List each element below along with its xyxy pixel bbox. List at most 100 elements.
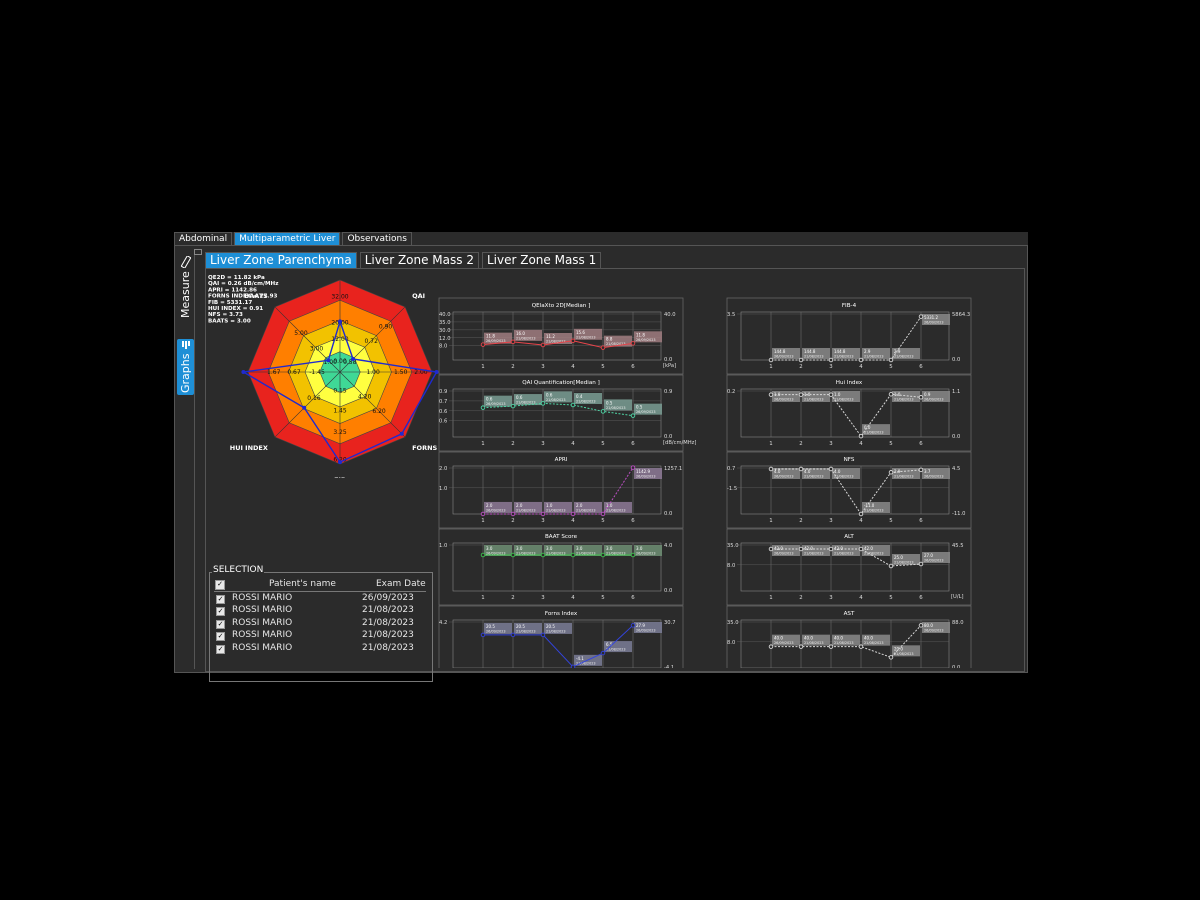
chart-title: Forns Index — [545, 611, 578, 617]
date-label: 21/08/2023 — [576, 661, 596, 665]
data-point — [570, 552, 576, 558]
value-label: 40.0 — [864, 636, 873, 641]
date-label: 26/09/2023 — [636, 475, 656, 479]
y-tick-label-right: 0.0 — [952, 357, 960, 363]
data-point — [510, 632, 516, 638]
value-label: 4.0 — [804, 469, 811, 474]
y-tick-label-left: -1.5 — [727, 486, 737, 492]
date-label: 26/09/2023 — [636, 410, 656, 414]
value-label: 1.0 — [834, 392, 841, 397]
data-point — [570, 338, 576, 344]
chart-frame — [726, 297, 972, 375]
data-point — [630, 623, 636, 628]
value-label: 27.9 — [636, 623, 645, 628]
value-label: 4.0 — [834, 469, 841, 474]
value-label: 3.0 — [576, 546, 583, 551]
value-label: 15.6 — [576, 330, 585, 335]
x-tick-label: 1 — [481, 441, 484, 447]
data-point — [798, 392, 804, 397]
date-label: 21/08/2023 — [516, 629, 536, 633]
date-label: 21/08/2023 — [864, 641, 884, 645]
value-label: 40.0 — [834, 636, 843, 641]
value-label: 144.8 — [804, 349, 816, 354]
chart-title: ALT — [844, 534, 854, 540]
data-point — [510, 552, 516, 558]
data-point — [918, 623, 924, 628]
data-point — [600, 552, 606, 558]
value-label: 144.8 — [834, 349, 846, 354]
value-label: 0.9 — [924, 392, 931, 397]
tab-liver-zone-parenchyma[interactable]: Liver Zone Parenchyma — [205, 252, 357, 269]
data-point — [540, 552, 546, 558]
date-label: 21/08/2023 — [606, 508, 626, 512]
date-label: 21/08/2023 — [576, 400, 596, 404]
date-label: 26/09/2023 — [486, 508, 506, 512]
bar-chart-icon — [179, 340, 192, 351]
x-tick-label: 5 — [601, 364, 604, 370]
x-tick-label: 1 — [769, 595, 772, 601]
x-tick-label: 4 — [859, 595, 863, 601]
x-tick-label: 5 — [601, 441, 604, 447]
y-tick-label-left: 0.7 — [727, 466, 735, 472]
date-label: 21/08/2023 — [864, 509, 884, 513]
x-tick-label: 2 — [511, 364, 514, 370]
data-point — [918, 467, 924, 473]
x-tick-label: 2 — [511, 595, 514, 601]
tab-graphs[interactable]: Graphs — [177, 339, 194, 395]
tab-multiparametric-liver[interactable]: Multiparametric Liver — [234, 232, 341, 246]
data-point — [600, 345, 606, 350]
y-tick-label-left: 0.9 — [439, 389, 447, 395]
y-tick-label-right: 4.0 — [664, 543, 672, 549]
data-point — [858, 644, 864, 649]
y-tick-label-right: 40.0 — [664, 312, 676, 318]
tab-observations[interactable]: Observations — [342, 232, 412, 246]
date-label: 26/09/2023 — [924, 398, 944, 402]
date-label: 21/08/2023 — [606, 406, 626, 410]
x-tick-label: 1 — [481, 518, 484, 524]
x-tick-label: 5 — [889, 364, 892, 370]
date-label: 21/08/2023 — [834, 552, 854, 556]
trend-chart: AST12345635.08.088.00.0[U/L]40.026/09/20… — [726, 605, 972, 668]
date-label: 21/08/2023 — [864, 552, 884, 556]
date-label: 21/08/2023 — [894, 475, 914, 479]
value-label: 3.0 — [546, 546, 553, 551]
data-point — [828, 392, 834, 397]
value-label: 20.5 — [486, 624, 495, 629]
date-label: 21/08/2023 — [546, 629, 566, 633]
y-tick-label-right: 1257.1 — [664, 466, 682, 472]
data-point — [828, 644, 834, 649]
y-tick-label-left: 8.0 — [727, 563, 735, 569]
data-point — [828, 357, 834, 363]
x-tick-label: 4 — [859, 364, 863, 370]
data-point — [480, 552, 486, 558]
tab-liver-zone-mass-1[interactable]: Liver Zone Mass 1 — [481, 252, 602, 269]
chart-title: QElaXto 2D[Median ] — [532, 303, 591, 309]
y-tick-label-right: 0.9 — [664, 389, 672, 395]
x-tick-label: 2 — [799, 441, 802, 447]
y-tick-label-left: 30.0 — [439, 328, 451, 334]
y-tick-label-left: 0.7 — [439, 399, 447, 405]
data-point — [480, 405, 486, 410]
chart-title: QAI Quantification[Median ] — [522, 380, 600, 386]
panel-corner-marker — [194, 249, 202, 255]
chart-title: APRI — [555, 457, 568, 463]
x-tick-label: 2 — [511, 441, 514, 447]
x-tick-label: 5 — [889, 595, 892, 601]
date-label: 21/08/2023 — [546, 398, 566, 402]
x-tick-label: 1 — [769, 364, 772, 370]
x-tick-label: 3 — [541, 364, 544, 370]
y-tick-label-left: 40.0 — [439, 312, 451, 318]
y-tick-label-left: 35.0 — [727, 543, 739, 549]
x-tick-label: 2 — [799, 364, 802, 370]
data-point — [828, 466, 834, 472]
date-label: 21/08/2023 — [576, 508, 596, 512]
tab-liver-zone-mass-2[interactable]: Liver Zone Mass 2 — [359, 252, 479, 269]
data-point — [540, 632, 546, 638]
tab-abdominal[interactable]: Abdominal — [174, 232, 233, 246]
tab-measure[interactable]: Measure — [177, 255, 194, 318]
data-point — [540, 511, 546, 517]
x-tick-label: 5 — [889, 518, 892, 524]
data-point — [918, 314, 924, 319]
data-point — [480, 632, 486, 638]
x-tick-label: 3 — [541, 441, 544, 447]
